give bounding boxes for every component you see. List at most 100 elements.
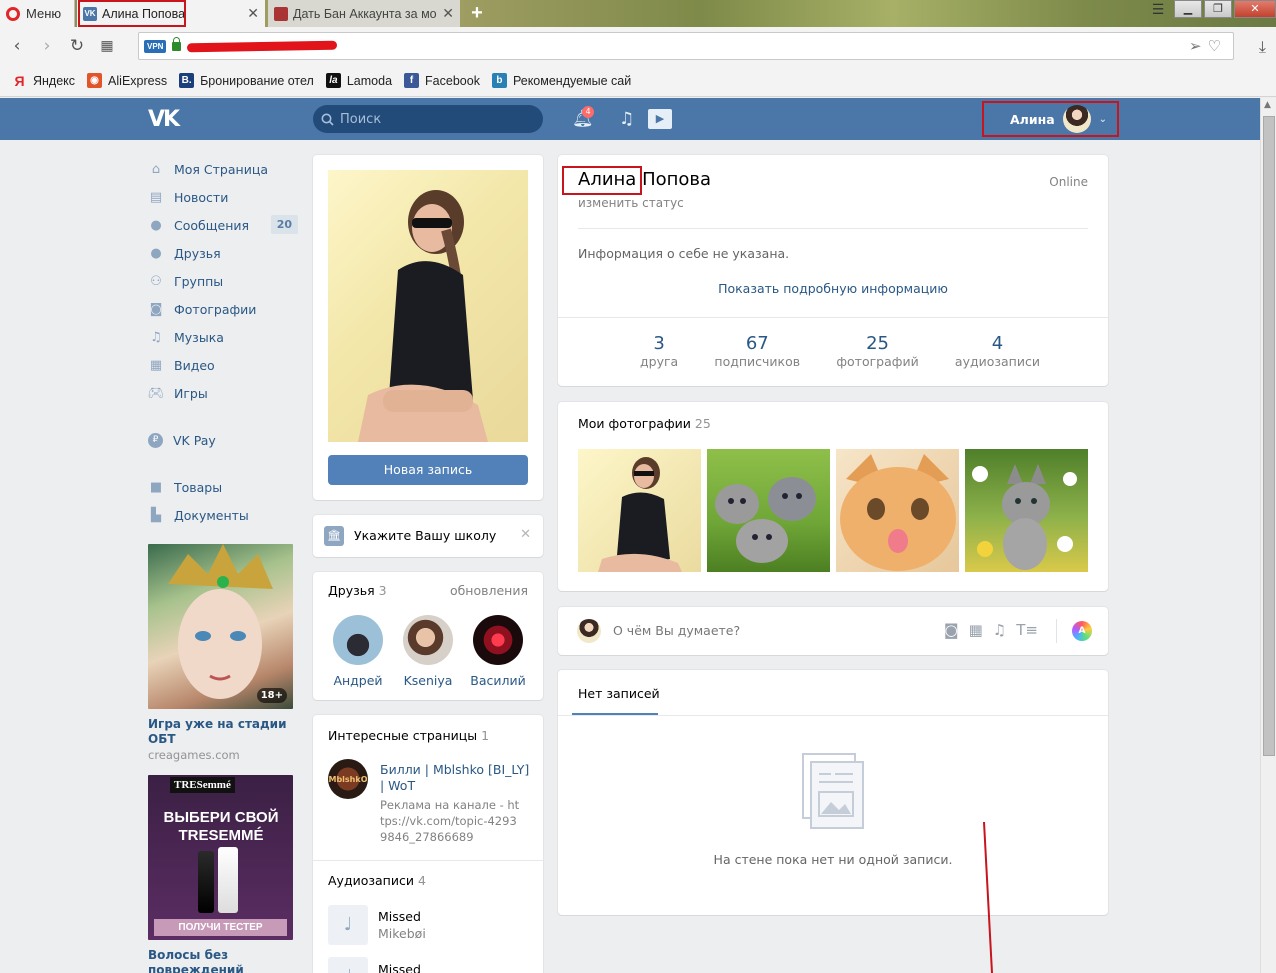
reload-icon[interactable]: ↻ [62, 31, 92, 61]
bookmark-yandex[interactable]: Я Яндекс [12, 73, 75, 89]
friend-avatar[interactable] [473, 615, 523, 665]
url-field[interactable]: VPN ➢ ♡ [138, 32, 1234, 60]
forward-icon[interactable]: › [32, 31, 62, 61]
search-input[interactable]: Поиск [313, 105, 543, 133]
sidebar-item-vk-pay[interactable]: ₽ VK Pay [148, 426, 298, 454]
ad-game-image[interactable]: 18+ [148, 544, 293, 709]
sidebar-item-documents[interactable]: ▙ Документы [148, 501, 298, 529]
show-details-link[interactable]: Показать подробную информацию [558, 281, 1108, 296]
friends-header[interactable]: Друзья 3 [328, 583, 387, 598]
sidebar-item-messages[interactable]: ● Сообщения 20 [148, 211, 298, 239]
bookmark-facebook[interactable]: f Facebook [404, 73, 480, 88]
sidebar-item-photos[interactable]: ◙ Фотографии [148, 295, 298, 323]
new-post-button[interactable]: Новая запись [328, 455, 528, 485]
sidebar-item-music[interactable]: ♫ Музыка [148, 323, 298, 351]
music-icon[interactable]: ♫ [993, 621, 1006, 639]
interesting-pages-header[interactable]: Интересные страницы 1 [328, 728, 489, 743]
change-status-link[interactable]: изменить статус [578, 196, 684, 210]
ad-game[interactable]: 18+ Игра уже на стадии ОБТ creagames.com [148, 544, 294, 763]
school-prompt-card[interactable]: 🏛︎ Укажите Вашу школу ✕ [313, 515, 543, 557]
sidebar-item-my-page[interactable]: ⌂ Моя Страница [148, 155, 298, 183]
friend-name[interactable]: Kseniya [393, 673, 463, 688]
video-icon[interactable]: ▦ [969, 621, 983, 639]
back-icon[interactable]: ‹ [2, 31, 32, 61]
page-scrollbar[interactable]: ▲ [1260, 98, 1276, 973]
speed-dial-icon[interactable]: ▦ [92, 31, 122, 61]
send-icon[interactable]: ➢ [1189, 37, 1202, 55]
music-note-icon[interactable]: ♫ [619, 109, 634, 129]
scrollbar-thumb[interactable] [1263, 116, 1275, 756]
camera-icon[interactable]: ◙ [944, 621, 959, 639]
ad-title[interactable]: Игра уже на стадии ОБТ [148, 717, 294, 747]
ad-domain[interactable]: creagames.com [148, 747, 294, 763]
composer-avatar[interactable] [577, 619, 601, 643]
ad-tresemme[interactable]: TRESemmé ВЫБЕРИ СВОЙ TRESEMMÉ ПОЛУЧИ ТЕС… [148, 775, 294, 973]
bookmark-aliexpress[interactable]: ◉ AliExpress [87, 73, 167, 88]
sidebar-item-groups[interactable]: ⚇ Группы [148, 267, 298, 295]
sidebar-item-friends[interactable]: ● Друзья [148, 239, 298, 267]
counter-audio[interactable]: 4 аудиозаписи [955, 333, 1040, 369]
bookmark-recommended[interactable]: b Рекомендуемые сай [491, 73, 631, 88]
bag-icon: ■ [149, 479, 163, 495]
new-tab-button[interactable]: + [466, 2, 488, 24]
sidebar-item-games[interactable]: 🎮︎ Игры [148, 379, 298, 407]
heart-icon[interactable]: ♡ [1208, 37, 1221, 55]
friends-card: Друзья 3 обновления Андрей Kseniya Васили… [313, 572, 543, 700]
text-format-icon[interactable]: T≡ [1016, 621, 1038, 639]
tab-menu-icon[interactable]: ☰ [1144, 0, 1172, 20]
photo-thumbnail[interactable] [965, 449, 1088, 572]
photo-thumbnail[interactable] [578, 449, 701, 572]
community-name[interactable]: Билли | Mblshko [BI_LY] | WoT [380, 762, 532, 794]
browser-tab-inactive[interactable]: Дать Бан Аккаунта за мо ✕ [268, 0, 460, 27]
friend-name[interactable]: Василий [463, 673, 533, 688]
wall-tab-no-posts[interactable]: Нет записей [578, 686, 660, 701]
opera-menu-button[interactable]: Меню [0, 0, 75, 27]
ad-tresemme-image[interactable]: TRESemmé ВЫБЕРИ СВОЙ TRESEMMÉ ПОЛУЧИ ТЕС… [148, 775, 293, 940]
tab-close-icon[interactable]: ✕ [247, 5, 259, 22]
bookmark-booking[interactable]: B. Бронирование отел [179, 73, 314, 88]
music-note-icon[interactable]: ♩ [328, 905, 368, 945]
sidebar-item-news[interactable]: ▤ Новости [148, 183, 298, 211]
ad-title[interactable]: Волосы без повреждений [148, 948, 294, 973]
kitten-icon [840, 454, 956, 571]
track-artist[interactable]: Mikebøi [378, 926, 426, 941]
bookmark-label: Бронирование отел [200, 73, 314, 88]
vk-logo[interactable]: VK [148, 107, 180, 132]
download-icon[interactable]: ⤓ [1259, 37, 1266, 57]
lock-icon[interactable] [172, 36, 182, 51]
scroll-up-icon[interactable]: ▲ [1264, 100, 1271, 110]
counter-label: аудиозаписи [954, 354, 1040, 369]
my-photos-header[interactable]: Мои фотографии 25 [578, 416, 711, 431]
profile-photo[interactable] [328, 170, 528, 442]
friends-updates-link[interactable]: обновления [450, 583, 528, 598]
school-prompt-text: Укажите Вашу школу [354, 528, 497, 543]
vk-emoji-icon[interactable]: A [1072, 621, 1092, 641]
sidebar-item-video[interactable]: ▦ Видео [148, 351, 298, 379]
friend-avatar[interactable] [403, 615, 453, 665]
composer-input[interactable]: О чём Вы думаете? [613, 623, 933, 638]
counter-friends[interactable]: 3 друга [640, 333, 678, 369]
community-avatar[interactable]: MblshkO [328, 759, 368, 799]
close-icon[interactable]: ✕ [520, 527, 531, 542]
friend-name[interactable]: Андрей [323, 673, 393, 688]
tab-close-icon[interactable]: ✕ [442, 5, 454, 22]
restore-button[interactable]: ❐ [1204, 0, 1232, 18]
photo-thumbnail[interactable] [707, 449, 830, 572]
friend-avatar[interactable] [333, 615, 383, 665]
minimize-button[interactable]: ▁ [1174, 0, 1202, 18]
bookmark-lamoda[interactable]: la Lamoda [325, 73, 392, 88]
user-menu-button[interactable]: Алина ⌄ [982, 101, 1119, 137]
track-title[interactable]: Missed [378, 909, 421, 924]
vpn-badge[interactable]: VPN [144, 39, 167, 53]
audio-header[interactable]: Аудиозаписи 4 [328, 873, 426, 888]
sidebar-item-goods[interactable]: ■ Товары [148, 473, 298, 501]
play-video-icon[interactable]: ▶ [648, 109, 672, 129]
music-note-icon[interactable]: ♩ [328, 957, 368, 973]
close-window-button[interactable]: ✕ [1234, 0, 1276, 18]
tab-title: Алина Попова [102, 6, 186, 21]
browser-tab-active[interactable]: VK Алина Попова ✕ [77, 0, 265, 27]
counter-followers[interactable]: 67 подписчиков [714, 333, 800, 369]
counter-photos[interactable]: 25 фотографий [836, 333, 918, 369]
track-title[interactable]: Missed [378, 962, 421, 973]
photo-thumbnail[interactable] [836, 449, 959, 572]
